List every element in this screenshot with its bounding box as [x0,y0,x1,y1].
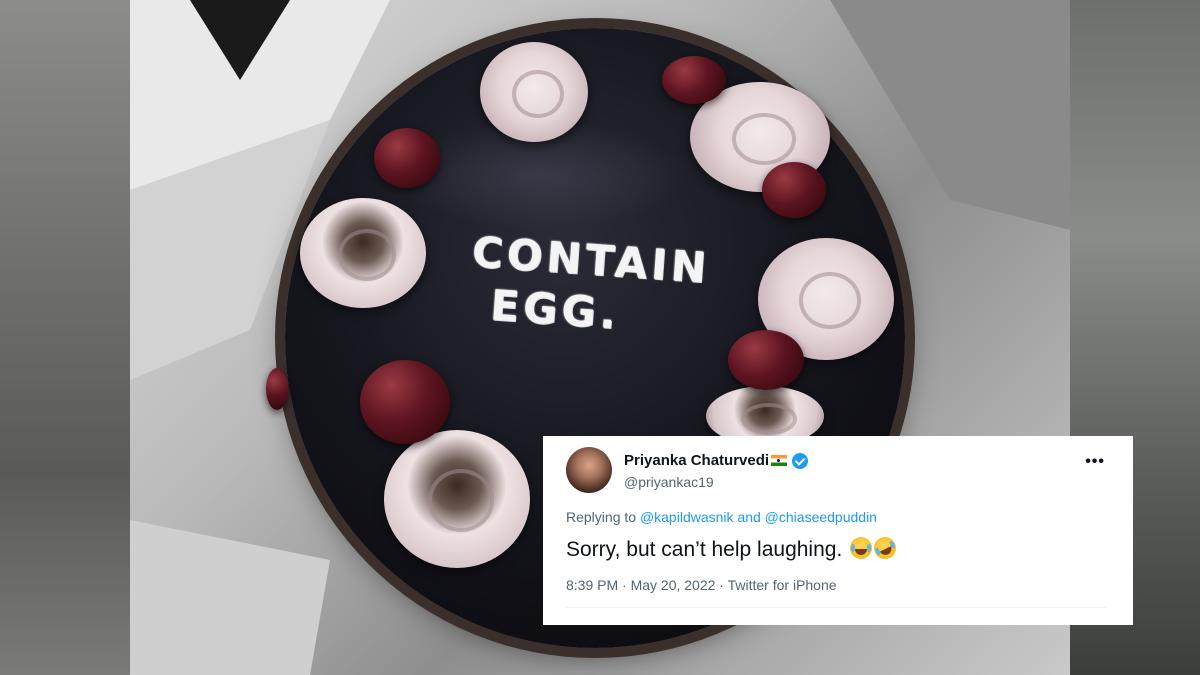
tweet-text: Sorry, but can’t help laughing. [566,533,1111,563]
rolling-on-floor-laughing-icon [870,533,900,563]
tweet-body: Sorry, but can’t help laughing. [566,538,843,561]
avatar[interactable] [566,447,612,493]
divider [566,607,1106,608]
verified-badge-icon [792,452,809,469]
reply-and: and [737,509,761,525]
more-options-icon[interactable]: ••• [1085,453,1105,471]
replying-to-line: Replying to @kapildwasnik and @chiaseedp… [566,509,1111,525]
display-name-row: Priyanka Chaturvedi [624,451,809,471]
cherry [360,360,450,444]
cherry [374,128,440,188]
cream-swirl [480,42,588,142]
user-handle[interactable]: @priyankac19 [624,474,808,490]
india-flag-icon [771,455,788,466]
cake-icing-text: CONTAIN EGG. [467,226,734,348]
user-names: Priyanka Chaturvedi @priyankac19 [624,451,809,490]
replying-prefix: Replying to [566,509,637,525]
tweet-header: Priyanka Chaturvedi @priyankac19 ••• [566,445,1111,495]
cream-swirl [384,430,530,568]
tweet-card: Priyanka Chaturvedi @priyankac19 ••• Rep… [543,436,1133,625]
cherry [266,368,288,410]
cherry [728,330,804,390]
display-name[interactable]: Priyanka Chaturvedi [624,452,769,469]
blurred-background-left [0,0,130,675]
face-with-tears-of-joy-icon [850,537,873,559]
tweet-timestamp[interactable]: 8:39 PM · May 20, 2022 · Twitter for iPh… [566,577,1111,593]
reply-user-link-1[interactable]: @kapildwasnik [640,509,734,525]
cream-swirl [300,198,426,308]
cherry [662,56,726,104]
reply-user-link-2[interactable]: @chiaseedpuddin [765,509,877,525]
cherry [762,162,826,218]
